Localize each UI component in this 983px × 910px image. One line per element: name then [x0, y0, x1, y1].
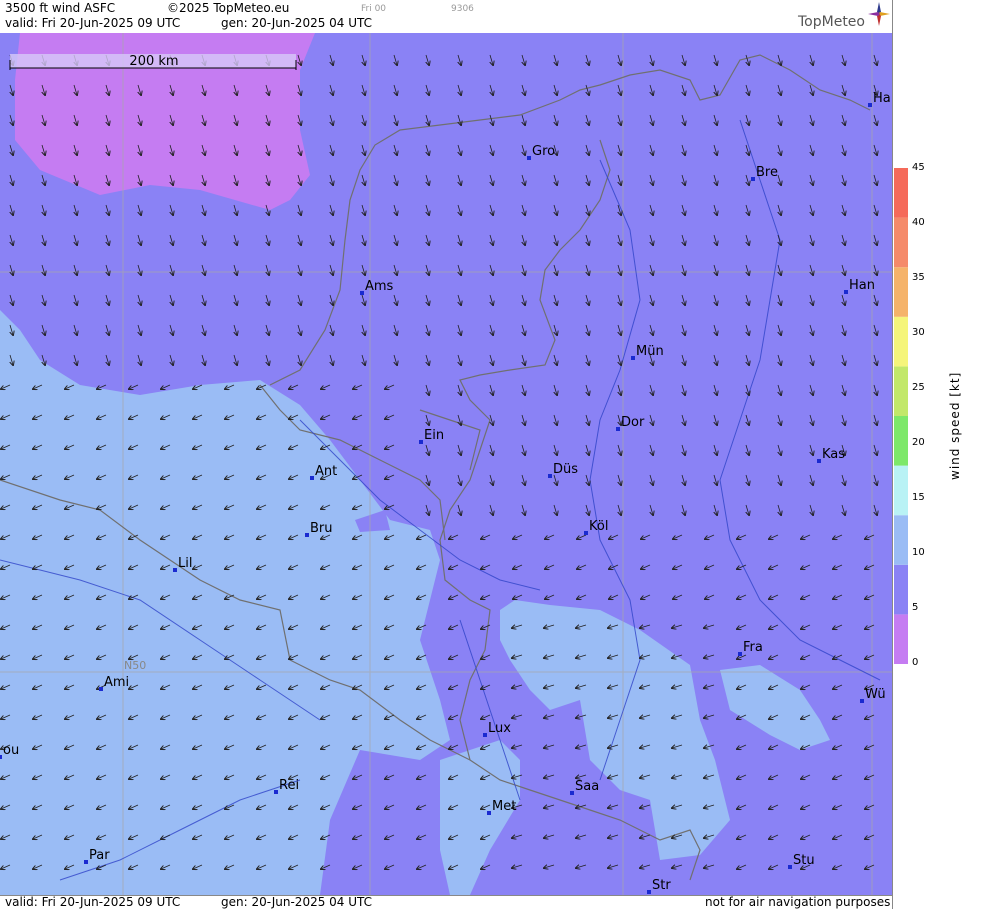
city-label: Ami — [104, 675, 129, 690]
city-marker — [738, 652, 742, 656]
small-day-label: Fri 00 — [361, 4, 387, 14]
copyright-text: ©2025 TopMeteo.eu — [167, 1, 290, 15]
legend-tick-label: 35 — [912, 272, 925, 283]
legend-tick-label: 40 — [912, 217, 925, 228]
city-label: Köl — [589, 519, 608, 534]
city-label: Lil — [178, 556, 192, 571]
colorbar-segment — [894, 465, 908, 516]
legend-tick-label: 45 — [912, 162, 925, 173]
city-label: Ams — [365, 279, 394, 294]
city-label: Bru — [310, 521, 333, 536]
city-label: Düs — [553, 462, 578, 477]
city-label: Mün — [636, 344, 664, 359]
small-code-label: 9306 — [451, 4, 474, 14]
city-label: Wü — [865, 687, 886, 702]
legend-tick-label: 30 — [912, 327, 925, 338]
city-marker — [419, 440, 423, 444]
city-marker — [310, 476, 314, 480]
footer-valid-time: valid: Fri 20-Jun-2025 09 UTC — [5, 895, 181, 909]
scale-bar: 200 km — [9, 54, 297, 70]
city-label: Met — [492, 799, 516, 814]
city-label: Ant — [315, 464, 337, 479]
city-label: Ha — [873, 91, 891, 106]
city-marker — [584, 531, 588, 535]
city-marker — [570, 791, 574, 795]
city-marker — [487, 811, 491, 815]
city-marker — [99, 687, 103, 691]
city-marker — [84, 860, 88, 864]
city-label: Stu — [793, 853, 815, 868]
generated-time: gen: 20-Jun-2025 04 UTC — [221, 16, 373, 30]
colorbar-segment — [894, 614, 908, 664]
legend-tick-label: 15 — [912, 492, 925, 503]
city-marker — [360, 291, 364, 295]
city-marker — [0, 755, 2, 759]
scale-bar-label: 200 km — [129, 54, 178, 69]
city-label: Dor — [621, 415, 645, 430]
city-label: Kas — [822, 447, 845, 462]
product-title: 3500 ft wind ASFC — [5, 1, 116, 15]
legend-tick-label: 20 — [912, 437, 925, 448]
city-marker — [527, 156, 531, 160]
city-label: Bre — [756, 165, 778, 180]
colorbar-segment — [894, 564, 908, 615]
brand-logo-text: TopMeteo — [798, 14, 865, 30]
city-label: Fra — [743, 640, 763, 655]
city-label: Par — [89, 848, 110, 863]
city-marker — [274, 790, 278, 794]
city-marker — [751, 177, 755, 181]
legend-tick-label: 0 — [912, 657, 919, 668]
legend-title: wind speed [kt] — [948, 371, 962, 480]
colorbar-segment — [894, 416, 908, 466]
city-marker — [483, 733, 487, 737]
colorbar-segment — [894, 515, 908, 565]
brand-compass-icon — [868, 2, 890, 26]
city-marker — [631, 356, 635, 360]
city-label: ou — [3, 743, 19, 758]
city-label: Lux — [488, 721, 511, 736]
colorbar-segment — [894, 316, 908, 367]
colorbar-segment — [894, 168, 908, 218]
city-label: Saa — [575, 779, 599, 794]
city-label: Gro — [532, 144, 555, 159]
city-marker — [817, 459, 821, 463]
legend-tick-label: 5 — [912, 602, 919, 613]
legend-tick-label: 10 — [912, 547, 925, 558]
city-marker — [616, 427, 620, 431]
city-marker — [868, 103, 872, 107]
city-marker — [844, 290, 848, 294]
map-header: 3500 ft wind ASFC ©2025 TopMeteo.eu Fri … — [0, 0, 892, 34]
colorbar-segment — [894, 366, 908, 416]
city-marker — [173, 568, 177, 572]
grid-label-n50: N50 — [124, 659, 146, 672]
city-marker — [860, 699, 864, 703]
footer-disclaimer: not for air navigation purposes — [705, 895, 891, 909]
colorbar-segment — [894, 217, 908, 268]
city-label: Rei — [279, 778, 299, 793]
map-footer: valid: Fri 20-Jun-2025 09 UTC gen: 20-Ju… — [0, 895, 892, 910]
city-marker — [305, 533, 309, 537]
city-label: Han — [849, 278, 875, 293]
wind-map[interactable]: 200 km N50 Gro Bre Ha Ams Han Mün Ein Dor Kas Ant… — [0, 33, 892, 895]
colorbar-segment — [894, 267, 908, 317]
valid-time: valid: Fri 20-Jun-2025 09 UTC — [5, 16, 181, 30]
city-marker — [647, 890, 651, 894]
city-marker — [548, 474, 552, 478]
footer-generated-time: gen: 20-Jun-2025 04 UTC — [221, 895, 373, 909]
wind-map-canvas: 200 km N50 Gro Bre Ha Ams Han Mün Ein Dor Kas Ant… — [0, 33, 892, 895]
legend-tick-label: 25 — [912, 382, 925, 393]
city-label: Ein — [424, 428, 444, 443]
city-label: Str — [652, 878, 671, 893]
city-marker — [788, 865, 792, 869]
wind-speed-colorbar — [894, 168, 908, 664]
